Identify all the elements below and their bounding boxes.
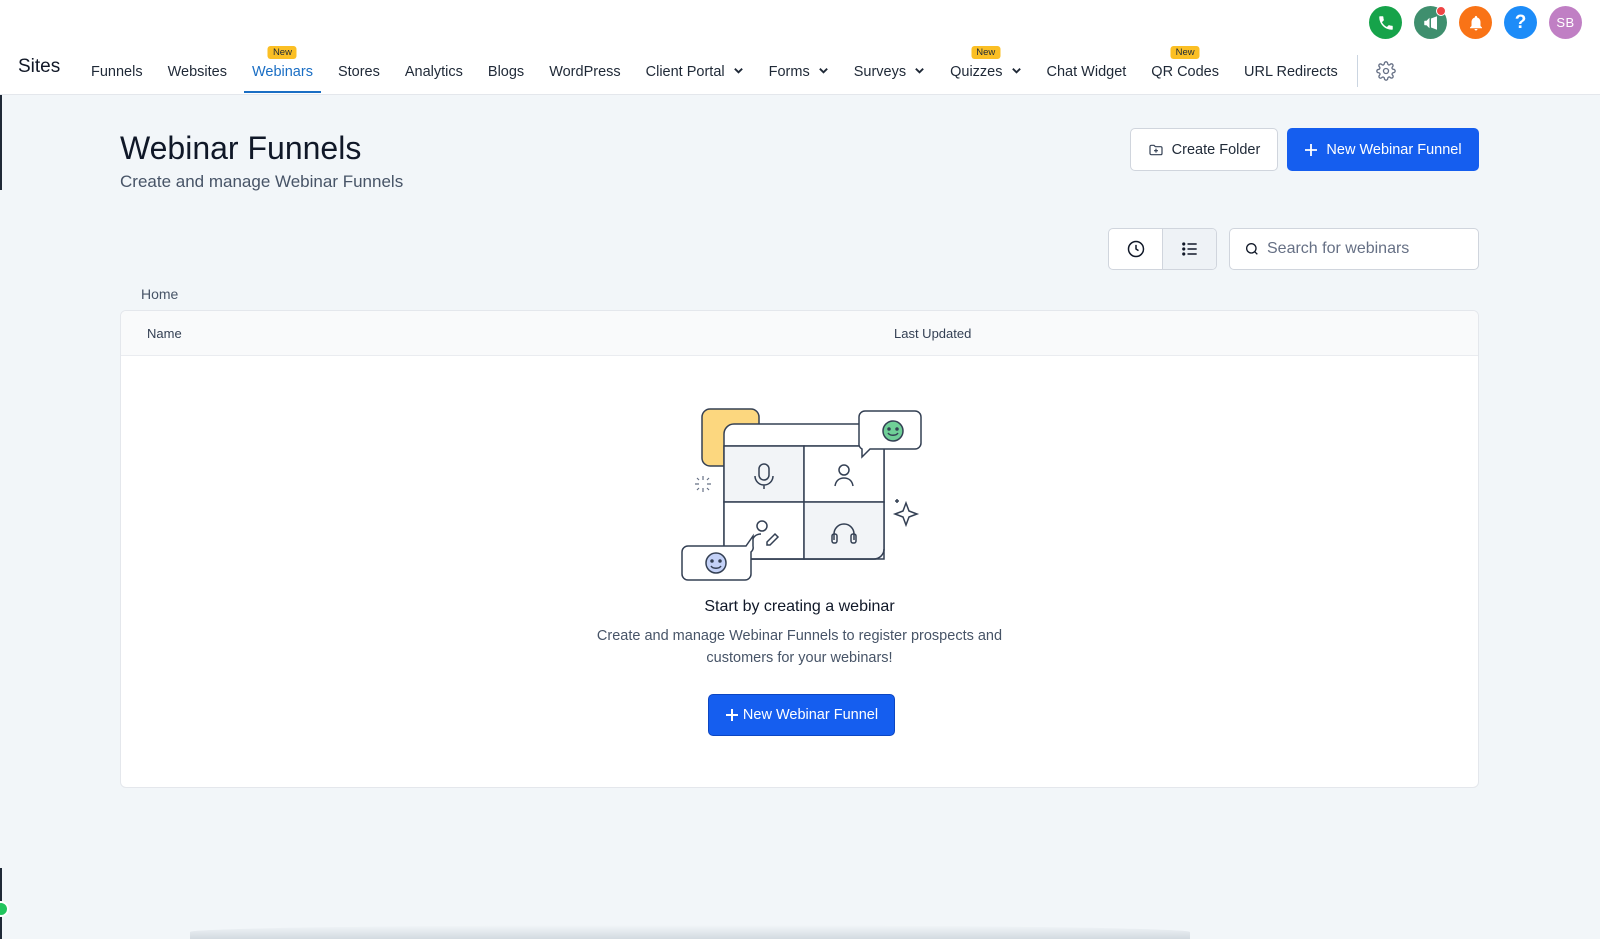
help-icon: ? [1514, 11, 1527, 33]
empty-state-description: Create and manage Webinar Funnels to reg… [596, 628, 1003, 666]
tab-label: Surveys [853, 63, 907, 80]
nav-divider [1356, 54, 1358, 87]
tab-forms[interactable]: Forms [761, 46, 837, 95]
empty-state-illustration [681, 408, 922, 581]
tab-surveys[interactable]: Surveys [846, 46, 933, 95]
recent-view-button[interactable] [1109, 229, 1162, 269]
chevron-down-icon [818, 65, 829, 76]
top-icon-bar: ? SB [1369, 6, 1582, 39]
tab-url-redirects[interactable]: URL Redirects [1236, 46, 1346, 95]
empty-state-new-funnel-button[interactable]: New Webinar Funnel [708, 694, 895, 736]
tab-label: QR Codes [1151, 63, 1219, 80]
tab-chat-widget[interactable]: Chat Widget [1039, 46, 1135, 95]
new-badge: New [971, 46, 1001, 59]
view-toggle [1108, 228, 1217, 270]
tab-label: Funnels [91, 63, 143, 80]
tab-funnels[interactable]: Funnels [83, 46, 151, 95]
empty-state-button-label: New Webinar Funnel [742, 707, 879, 723]
tab-label: Quizzes [950, 63, 1003, 80]
phone-button[interactable] [1369, 6, 1402, 39]
empty-state-title: Start by creating a webinar [704, 598, 895, 615]
chevron-down-icon [1011, 65, 1022, 76]
tab-label: Webinars [251, 63, 313, 80]
tab-client-portal[interactable]: Client Portal [638, 46, 752, 95]
tab-label: Forms [768, 63, 810, 80]
tab-analytics[interactable]: Analytics [397, 46, 471, 95]
bottom-shadow [190, 925, 1190, 939]
clock-icon [1127, 240, 1144, 258]
plus-icon [1305, 143, 1318, 156]
chevron-down-icon [914, 65, 925, 76]
notifications-button[interactable] [1459, 6, 1492, 39]
folder-plus-icon [1149, 144, 1163, 155]
main-nav: Funnels Websites New Webinars Stores Ana… [83, 46, 1404, 95]
tab-label: Client Portal [645, 63, 725, 80]
create-folder-label: Create Folder [1171, 141, 1261, 158]
tab-stores[interactable]: Stores [330, 46, 388, 95]
megaphone-icon [1423, 15, 1437, 30]
page-subtitle: Create and manage Webinar Funnels [120, 172, 404, 191]
phone-icon [1378, 15, 1393, 30]
new-webinar-funnel-button[interactable]: New Webinar Funnel [1287, 128, 1479, 171]
table-header: Name Last Updated [121, 311, 1478, 356]
announcements-button[interactable] [1414, 6, 1447, 39]
tab-label: Blogs [487, 63, 525, 80]
webinar-table: Name Last Updated Start by creating a we… [120, 310, 1479, 788]
search-box [1229, 228, 1479, 270]
breadcrumb[interactable]: Home [141, 286, 178, 302]
tab-label: WordPress [549, 63, 621, 80]
plus-icon [725, 709, 738, 721]
tab-label: Analytics [404, 63, 463, 80]
search-icon [1246, 243, 1258, 255]
tab-label: Stores [337, 63, 380, 80]
tab-label: Websites [167, 63, 227, 80]
new-badge: New [267, 46, 297, 59]
new-funnel-label: New Webinar Funnel [1326, 141, 1462, 158]
tab-blogs[interactable]: Blogs [480, 46, 532, 95]
tab-webinars[interactable]: New Webinars [243, 46, 321, 95]
column-header-last-updated[interactable]: Last Updated [894, 326, 971, 341]
gear-icon [1375, 60, 1396, 81]
help-button[interactable]: ? [1504, 6, 1537, 39]
avatar-initials: SB [1556, 15, 1575, 30]
top-header: Sites ? SB Funnels Websites New Webinars… [0, 0, 1600, 95]
avatar[interactable]: SB [1549, 6, 1582, 39]
tab-qr-codes[interactable]: New QR Codes [1143, 46, 1227, 95]
create-folder-button[interactable]: Create Folder [1130, 128, 1278, 171]
notification-dot [1436, 6, 1446, 16]
bell-icon [1469, 15, 1482, 30]
column-header-name[interactable]: Name [147, 326, 182, 341]
tab-websites[interactable]: Websites [160, 46, 235, 95]
app-title: Sites [18, 56, 61, 77]
tab-wordpress[interactable]: WordPress [541, 46, 628, 95]
tab-label: URL Redirects [1244, 63, 1338, 80]
new-badge: New [1170, 46, 1200, 59]
search-input[interactable] [1267, 240, 1467, 258]
status-dot [0, 901, 9, 917]
settings-button[interactable] [1368, 46, 1404, 95]
chevron-down-icon [733, 65, 744, 76]
tab-label: Chat Widget [1046, 63, 1127, 80]
list-icon [1181, 242, 1197, 256]
page-title: Webinar Funnels [120, 130, 362, 166]
list-view-button[interactable] [1162, 229, 1216, 269]
tab-quizzes[interactable]: New Quizzes [942, 46, 1029, 95]
